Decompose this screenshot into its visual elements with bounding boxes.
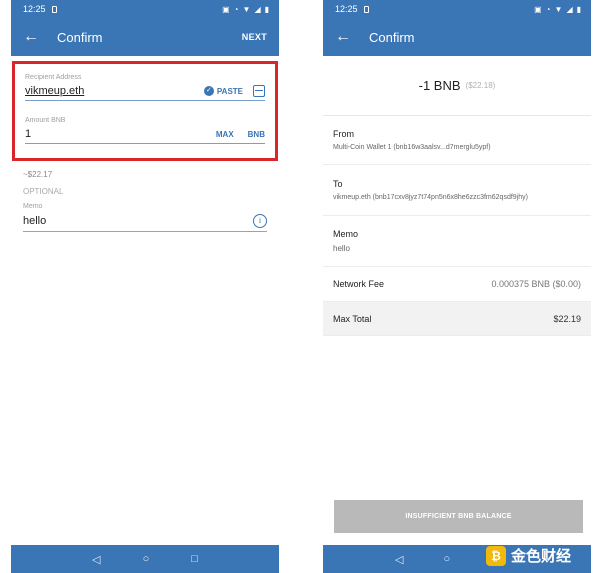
status-icons: ▣ ◔ ▼ ◢ ▮ [534, 5, 581, 14]
memo-field[interactable]: hello i [23, 214, 267, 232]
nfc-icon: ▣ [534, 4, 542, 14]
android-nav-bar: ◁ ○ □ [11, 545, 279, 573]
total-value: $22.19 [553, 313, 581, 324]
next-button[interactable]: NEXT [242, 32, 267, 42]
wifi-icon: ▼ [554, 4, 563, 14]
nfc-icon: ▣ [222, 4, 230, 14]
amount-usd: ($22.18) [465, 81, 496, 90]
sim-icon [51, 5, 57, 13]
back-arrow-icon[interactable]: ← [23, 28, 45, 46]
memo-input[interactable]: hello [23, 215, 253, 227]
max-button[interactable]: MAX [216, 130, 234, 139]
amount-value: -1 BNB [418, 78, 461, 93]
app-bar: ← Confirm NEXT [11, 18, 279, 56]
from-row: From Multi-Coin Wallet 1 (bnb16w3aalsv..… [323, 116, 591, 165]
from-label: From [333, 129, 354, 139]
total-label: Max Total [333, 313, 372, 324]
memo-label: Memo [333, 229, 359, 239]
memo-label: Memo [23, 203, 43, 210]
fee-label: Network Fee [333, 279, 385, 289]
amount-field[interactable]: 1 MAX BNB [25, 128, 265, 144]
wifi-icon: ▼ [242, 4, 251, 14]
page-title: Confirm [369, 29, 415, 45]
to-value: vikmeup.eth (bnb17cxv8jyz7t74pn5n6x8he6z… [333, 194, 528, 201]
memo-group: Memo hello i [23, 203, 267, 232]
watermark-text: 金色财经 [511, 548, 572, 565]
memo-row: Memo hello [323, 216, 591, 267]
status-time: 12:25 [335, 4, 358, 14]
sim-icon [363, 5, 369, 13]
from-value: Multi-Coin Wallet 1 (bnb16w3aalsv...d7me… [333, 144, 491, 151]
signal-icon: ◢ [566, 4, 573, 14]
recipient-field[interactable]: vikmeup.eth ✓ PASTE [25, 85, 265, 101]
watermark-logo-icon: ₿ [486, 545, 506, 566]
status-bar: 12:25 ▣ ◔ ▼ ◢ ▮ [11, 0, 279, 18]
nav-home-icon[interactable]: ○ [143, 553, 150, 565]
page-title: Confirm [57, 29, 103, 45]
recipient-input[interactable]: vikmeup.eth [25, 85, 204, 97]
recipient-label: Recipient Address [25, 74, 82, 81]
signal-icon: ◢ [254, 4, 261, 14]
fee-value: 0.000375 BNB ($0.00) [491, 279, 581, 289]
nav-recent-icon[interactable]: □ [191, 553, 198, 565]
qr-scan-icon[interactable] [253, 85, 265, 97]
status-bar: 12:25 ▣ ◔ ▼ ◢ ▮ [323, 0, 591, 18]
nav-home-icon[interactable]: ○ [443, 553, 450, 565]
paste-button[interactable]: PASTE [217, 87, 243, 96]
confirm-screen: 12:25 ▣ ◔ ▼ ◢ ▮ ← Confirm -1 BNB ($22.18… [323, 0, 591, 573]
amount-usd: ~$22.17 [23, 170, 53, 179]
verified-check-icon: ✓ [203, 86, 214, 96]
amount-label: Amount BNB [25, 117, 66, 124]
memo-value: hello [333, 244, 350, 253]
nav-back-icon[interactable]: ◁ [92, 553, 100, 566]
fee-row: Network Fee 0.000375 BNB ($0.00) [323, 267, 591, 302]
to-row: To vikmeup.eth (bnb17cxv8jyz7t74pn5n6x8h… [323, 165, 591, 216]
screenshot-stage: 12:25 ▣ ◔ ▼ ◢ ▮ ← Confirm NEXT Recipient… [0, 0, 600, 573]
battery-icon: ▮ [264, 4, 269, 14]
battery-icon: ▮ [576, 4, 581, 14]
total-row: Max Total $22.19 [323, 302, 591, 336]
amount-input[interactable]: 1 [25, 128, 206, 140]
nav-back-icon[interactable]: ◁ [395, 553, 403, 566]
amount-summary: -1 BNB ($22.18) [323, 56, 591, 116]
highlight-box: Recipient Address vikmeup.eth ✓ PASTE Am… [12, 61, 278, 161]
back-arrow-icon[interactable]: ← [335, 28, 357, 46]
send-form-screen: 12:25 ▣ ◔ ▼ ◢ ▮ ← Confirm NEXT Recipient… [11, 0, 279, 573]
mute-icon: ◔ [233, 4, 239, 14]
currency-toggle[interactable]: BNB [248, 130, 265, 139]
watermark: ₿ 金色财经 [486, 545, 571, 566]
to-label: To [333, 179, 343, 189]
optional-label: OPTIONAL [23, 187, 64, 196]
insufficient-balance-button[interactable]: INSUFFICIENT BNB BALANCE [334, 500, 583, 533]
app-bar: ← Confirm [323, 18, 591, 56]
status-time: 12:25 [23, 4, 46, 14]
status-icons: ▣ ◔ ▼ ◢ ▮ [222, 5, 269, 14]
mute-icon: ◔ [545, 4, 551, 14]
info-icon[interactable]: i [253, 214, 267, 228]
